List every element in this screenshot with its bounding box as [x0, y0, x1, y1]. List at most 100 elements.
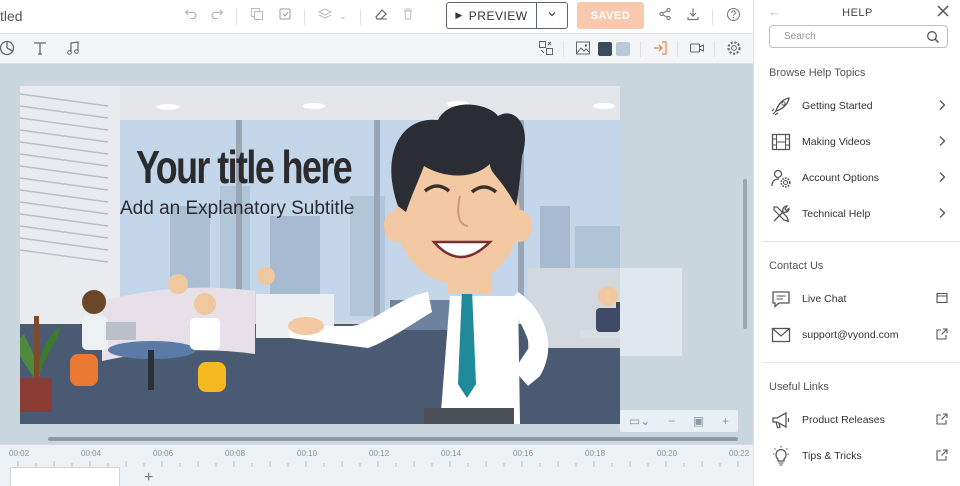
image-icon[interactable]: [574, 40, 592, 58]
help-title: HELP: [842, 7, 873, 19]
timeline-tick: 00:08: [225, 449, 246, 458]
screen-icon[interactable]: ▭⌄: [629, 414, 650, 428]
vertical-scrollbar[interactable]: [743, 179, 747, 329]
help-search: [769, 25, 948, 48]
help-topic-label: Making Videos: [802, 136, 871, 148]
download-icon[interactable]: [684, 7, 702, 25]
external-link-icon: [935, 412, 949, 426]
layout-icon[interactable]: [537, 40, 555, 58]
toolbar-divider: [236, 9, 237, 25]
timeline-tick: 00:04: [81, 449, 102, 458]
app-root: tled ⌄ ▶ PREVIEW SAVED Your title here A…: [0, 0, 960, 486]
chat-icon: [770, 288, 792, 310]
toolbar-divider: [304, 9, 305, 25]
horizontal-scrollbar[interactable]: [48, 437, 738, 441]
music-icon[interactable]: [64, 40, 82, 58]
color-swatch-light[interactable]: [616, 42, 630, 56]
undo-icon[interactable]: [182, 7, 200, 25]
megaphone-icon: [770, 409, 792, 431]
preview-main[interactable]: ▶ PREVIEW: [447, 3, 537, 28]
chevron-down-icon[interactable]: ⌄: [334, 7, 352, 25]
timeline-tick: 00:16: [513, 449, 534, 458]
scene-title[interactable]: Your title here: [136, 140, 353, 194]
chart-pie-icon[interactable]: [0, 40, 16, 58]
toolbar-divider: [640, 41, 641, 57]
timeline-tick: 00:12: [369, 449, 390, 458]
link-tips-tricks[interactable]: Tips & Tricks: [754, 441, 960, 471]
timeline-tick: 00:10: [297, 449, 318, 458]
contact-label: Live Chat: [802, 293, 847, 305]
timeline-tick: 00:02: [9, 449, 30, 458]
chevron-right-icon: [935, 206, 949, 220]
link-label: Product Releases: [802, 414, 885, 426]
redo-icon[interactable]: [208, 7, 226, 25]
toolbar-divider: [360, 9, 361, 25]
scene-thumbnail[interactable]: [10, 467, 120, 486]
document-title[interactable]: tled: [0, 8, 23, 24]
film-icon: [770, 131, 792, 153]
search-icon[interactable]: [926, 30, 940, 44]
chevron-right-icon: [935, 134, 949, 148]
color-swatch-dark[interactable]: [598, 42, 612, 56]
trash-icon[interactable]: [399, 7, 417, 25]
help-search-input[interactable]: [770, 26, 920, 47]
zoom-out-icon[interactable]: −: [668, 414, 675, 428]
enter-icon[interactable]: [651, 40, 669, 58]
eraser-icon[interactable]: [372, 7, 390, 25]
contact-section-title: Contact Us: [769, 260, 824, 272]
help-panel: ← HELP Browse Help Topics Getting Starte…: [753, 0, 960, 486]
contact-label: support@vyond.com: [802, 329, 899, 341]
preview-label: PREVIEW: [468, 8, 528, 23]
help-topic-label: Technical Help: [802, 208, 871, 220]
timeline-tick: 00:14: [441, 449, 462, 458]
video-camera-icon[interactable]: [688, 40, 706, 58]
scene-canvas[interactable]: Your title here Add an Explanatory Subti…: [20, 86, 620, 424]
text-icon[interactable]: [31, 40, 49, 58]
section-divider: [762, 362, 960, 363]
preview-dropdown[interactable]: [537, 9, 567, 22]
help-topic-technical-help[interactable]: Technical Help: [754, 199, 960, 229]
top-toolbar: tled ⌄ ▶ PREVIEW SAVED: [0, 0, 753, 34]
copy-icon[interactable]: [248, 7, 266, 25]
stage-area: Your title here Add an Explanatory Subti…: [0, 64, 753, 434]
preview-button[interactable]: ▶ PREVIEW: [446, 2, 568, 29]
close-icon[interactable]: [936, 4, 950, 23]
external-link-icon: [935, 448, 949, 462]
gear-icon[interactable]: [725, 40, 743, 58]
layers-icon[interactable]: [316, 7, 334, 25]
help-topic-getting-started[interactable]: Getting Started: [754, 91, 960, 121]
play-icon: ▶: [455, 10, 463, 20]
zoom-in-icon[interactable]: +: [722, 414, 729, 428]
zoom-controls: ▭⌄ − ▣ +: [620, 410, 738, 432]
editor: tled ⌄ ▶ PREVIEW SAVED Your title here A…: [0, 0, 753, 486]
contact-live-chat[interactable]: Live Chat: [754, 284, 960, 314]
help-header: ← HELP: [754, 0, 960, 26]
help-circle-icon[interactable]: [724, 7, 742, 25]
saved-button[interactable]: SAVED: [577, 2, 644, 29]
lightbulb-icon: [770, 445, 792, 467]
help-topic-label: Account Options: [802, 172, 880, 184]
toolbar-divider: [714, 41, 715, 57]
add-scene-icon[interactable]: +: [144, 469, 153, 486]
help-topic-account-options[interactable]: Account Options: [754, 163, 960, 193]
timeline-tick: 00:20: [657, 449, 678, 458]
rocket-icon: [770, 95, 792, 117]
browse-section-title: Browse Help Topics: [769, 67, 866, 79]
help-topic-making-videos[interactable]: Making Videos: [754, 127, 960, 157]
fit-icon[interactable]: ▣: [693, 414, 704, 428]
timeline: 00:02 00:04 00:06 00:08 00:10 00:12 00:1…: [0, 444, 753, 486]
link-label: Tips & Tricks: [802, 450, 862, 462]
mail-icon: [770, 324, 792, 346]
toolbar-divider: [712, 9, 713, 25]
tools-icon: [770, 203, 792, 225]
asset-toolbar: [0, 34, 753, 64]
link-product-releases[interactable]: Product Releases: [754, 405, 960, 435]
contact-email[interactable]: support@vyond.com: [754, 320, 960, 350]
timeline-tick: 00:18: [585, 449, 606, 458]
timeline-tick: 00:22: [729, 449, 750, 458]
share-icon[interactable]: [656, 7, 674, 25]
paste-icon[interactable]: [276, 7, 294, 25]
toolbar-divider: [677, 41, 678, 57]
scene-subtitle[interactable]: Add an Explanatory Subtitle: [120, 198, 355, 220]
help-topic-label: Getting Started: [802, 100, 873, 112]
